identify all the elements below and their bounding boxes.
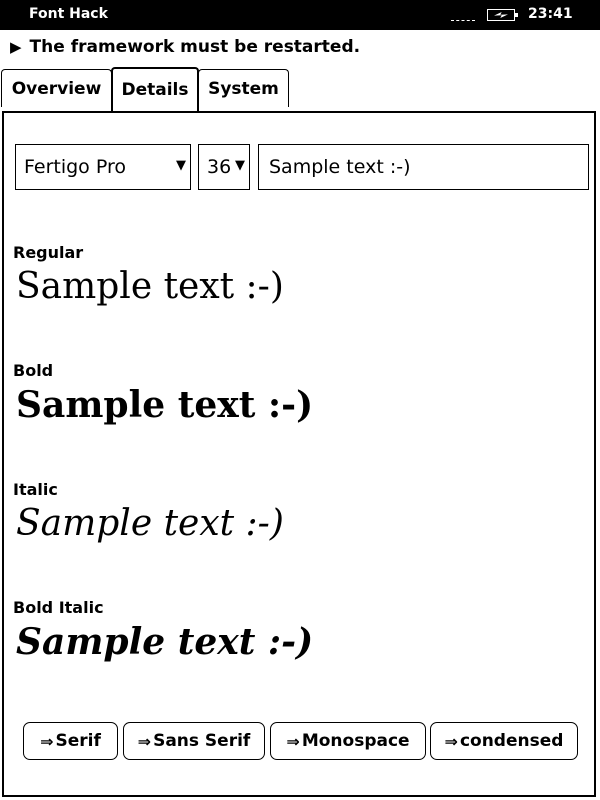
battery-charging-icon	[487, 9, 518, 21]
font-size-select[interactable]: 36 ▼	[198, 144, 250, 190]
sans-serif-button-label: Sans Serif	[153, 731, 251, 751]
font-size-value: 36	[207, 156, 232, 178]
details-panel: Fertigo Pro ▼ 36 ▼ Regular Sample text :…	[2, 111, 596, 797]
monospace-button[interactable]: ⇒ Monospace	[270, 722, 426, 760]
bold-italic-label: Bold Italic	[13, 598, 104, 617]
regular-label: Regular	[13, 243, 84, 262]
tab-system[interactable]: System	[198, 69, 289, 107]
serif-button[interactable]: ⇒ Serif	[23, 722, 118, 760]
restart-notice-text: The framework must be restarted.	[29, 37, 361, 57]
italic-sample: Sample text :-)	[16, 503, 284, 544]
bold-label: Bold	[13, 361, 54, 380]
sample-text-input[interactable]	[258, 144, 589, 190]
chevron-down-icon: ▼	[235, 158, 245, 173]
sans-serif-button[interactable]: ⇒ Sans Serif	[123, 722, 265, 760]
double-arrow-icon: ⇒	[444, 731, 458, 751]
signal-icon	[451, 20, 475, 24]
tab-overview[interactable]: Overview	[1, 69, 112, 107]
condensed-button-label: condensed	[459, 731, 564, 751]
double-arrow-icon: ⇒	[137, 731, 152, 751]
play-arrow-icon: ▶	[10, 38, 22, 56]
monospace-button-label: Monospace	[301, 731, 410, 751]
tab-details[interactable]: Details	[111, 67, 199, 111]
font-family-value: Fertigo Pro	[24, 156, 126, 178]
font-family-select[interactable]: Fertigo Pro ▼	[15, 144, 191, 190]
double-arrow-icon: ⇒	[40, 731, 54, 751]
restart-notice: ▶ The framework must be restarted.	[10, 36, 360, 58]
italic-label: Italic	[13, 480, 58, 499]
bold-italic-sample: Sample text :-)	[16, 621, 314, 663]
chevron-down-icon: ▼	[176, 158, 186, 173]
clock: 23:41	[528, 6, 573, 22]
app-title: Font Hack	[29, 6, 108, 22]
status-bar: Font Hack 23:41	[0, 0, 600, 30]
condensed-button[interactable]: ⇒ condensed	[430, 722, 578, 760]
bold-sample: Sample text :-)	[16, 384, 314, 426]
tab-bar: Overview Details System	[0, 67, 600, 113]
serif-button-label: Serif	[55, 731, 101, 751]
regular-sample: Sample text :-)	[16, 266, 284, 307]
double-arrow-icon: ⇒	[286, 731, 300, 751]
